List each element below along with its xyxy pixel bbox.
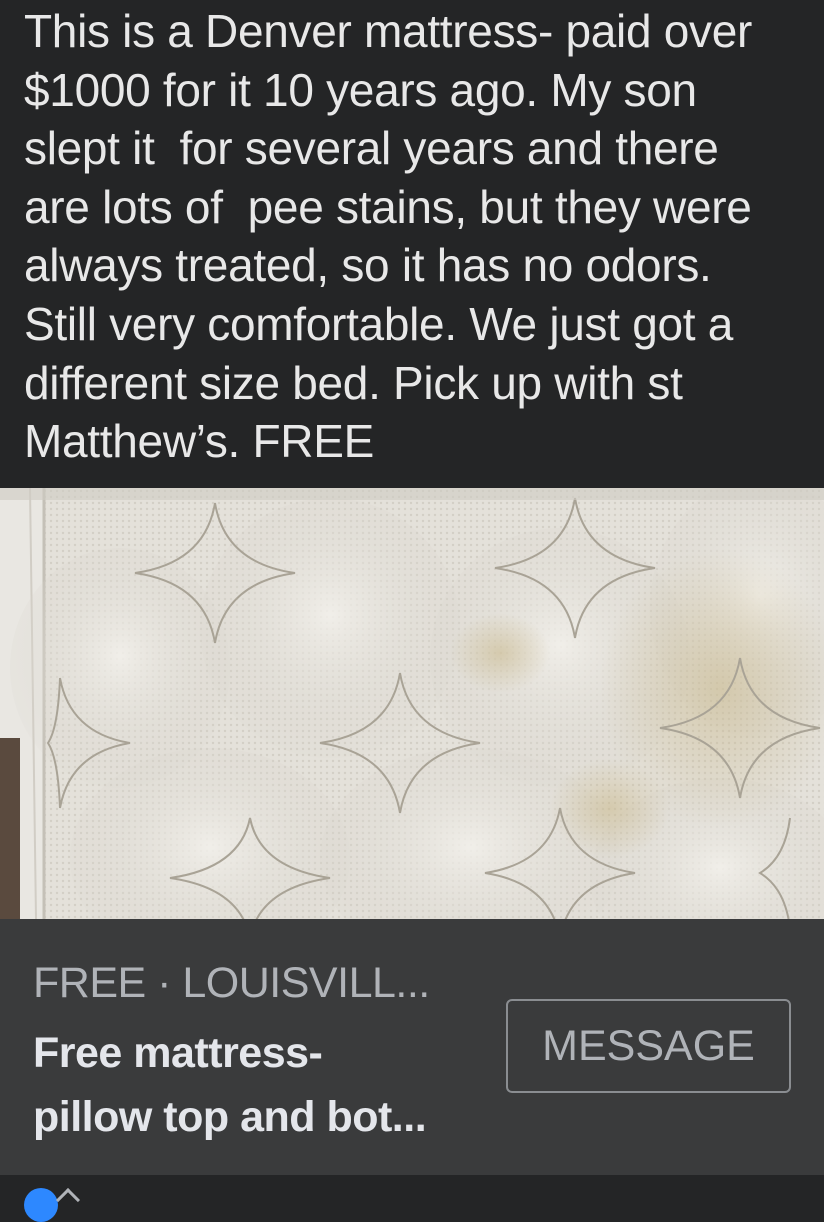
marketplace-listing-card[interactable]: FREE · LOUISVILL... Free mattress- pillo… [0, 919, 824, 1175]
mattress-photo [0, 488, 824, 919]
avatar-icon[interactable] [24, 1188, 58, 1222]
next-post-peek [0, 1175, 824, 1222]
chevron-icon [55, 1188, 81, 1213]
post-text: This is a Denver mattress- paid over $10… [24, 5, 753, 468]
message-button[interactable]: MESSAGE [506, 999, 791, 1093]
listing-price-location: FREE · LOUISVILL... [33, 959, 430, 1007]
listing-title[interactable]: Free mattress- pillow top and bot... [33, 1021, 483, 1149]
post-photo[interactable] [0, 488, 824, 919]
